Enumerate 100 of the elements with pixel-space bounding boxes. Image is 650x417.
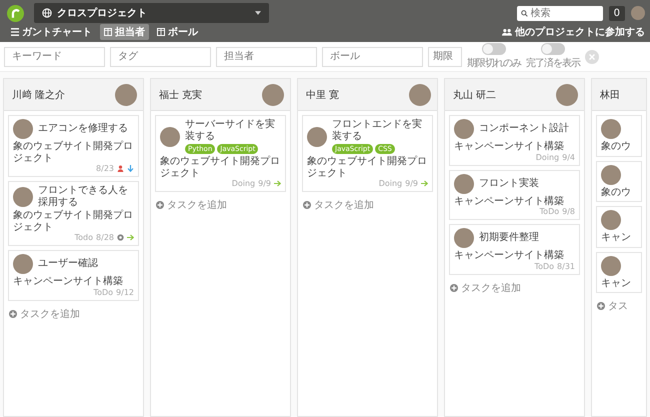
gear-icon xyxy=(117,234,124,241)
task-card[interactable]: エアコンを修理する 象のウェブサイト開発プロジェクト 8/23 xyxy=(8,115,139,177)
person-icon xyxy=(117,165,124,172)
add-task-link[interactable]: タスクを追加 xyxy=(302,196,433,214)
project-name: キャン xyxy=(601,278,631,289)
project-name: キャン xyxy=(601,232,631,244)
menu-icon xyxy=(11,28,19,36)
toggle-switch[interactable] xyxy=(541,43,565,55)
due-date: 9/9 xyxy=(405,179,418,188)
due-date: 8/28 xyxy=(96,233,114,242)
task-title: ユーザー確認 xyxy=(38,258,98,270)
add-task-link[interactable]: タスクを追加 xyxy=(8,304,139,322)
task-avatar xyxy=(454,174,474,194)
task-avatar xyxy=(601,164,621,184)
task-status: Todo xyxy=(74,233,94,242)
task-title: サーバーサイドを実装する xyxy=(185,119,276,142)
project-name: キャンペーンサイト構築 xyxy=(454,196,564,207)
assignee-name: 丸山 研二 xyxy=(453,88,496,102)
task-status: Doing xyxy=(232,179,256,188)
due-date: 9/4 xyxy=(562,152,575,162)
task-status: Doing xyxy=(536,152,560,162)
right-arrow-icon xyxy=(421,180,428,187)
filter-field[interactable]: ボール xyxy=(322,46,423,66)
user-avatar[interactable] xyxy=(631,6,645,20)
task-card[interactable]: フロントできる人を採用する 象のウェブサイト開発プロジェクト Todo 8/28 xyxy=(8,181,139,246)
project-name: キャンペーンサイト構築 xyxy=(454,250,564,262)
task-title: フロントエンドを実装する xyxy=(332,119,423,142)
search-field[interactable]: 検索 xyxy=(516,6,603,20)
task-card[interactable]: キャン xyxy=(596,252,642,293)
toggle-label: 完了済を表示 xyxy=(526,56,580,70)
board-icon xyxy=(104,28,112,36)
project-name: 象のウェブサイト開発プロジェクト xyxy=(13,210,134,233)
people-icon xyxy=(502,28,512,36)
task-status: ToDo xyxy=(540,207,560,216)
toggle-label: 期限切れのみ xyxy=(467,56,521,70)
task-title: 初期要件整理 xyxy=(479,232,539,244)
assignee-name: 中里 寛 xyxy=(306,88,340,102)
assignee-avatar xyxy=(556,84,578,106)
date-field[interactable]: 期限 xyxy=(428,46,462,66)
task-avatar xyxy=(13,186,33,206)
task-avatar xyxy=(454,228,474,248)
task-avatar xyxy=(13,254,33,274)
due-date: 9/9 xyxy=(258,179,271,188)
task-avatar xyxy=(601,256,621,276)
task-card[interactable]: 象のウ xyxy=(596,160,642,202)
add-task-link[interactable]: タスクを追加 xyxy=(449,278,580,296)
task-avatar xyxy=(601,210,621,230)
toggle-switch[interactable] xyxy=(482,43,506,55)
task-card[interactable]: 象のウ xyxy=(596,115,642,156)
project-name: クロスプロジェクト xyxy=(57,6,148,20)
plus-icon xyxy=(156,201,164,209)
down-arrow-icon xyxy=(127,165,134,172)
task-avatar xyxy=(13,119,33,139)
assignee-name: 林田 xyxy=(600,88,620,102)
right-arrow-icon xyxy=(274,180,281,187)
view-tab[interactable]: ボール xyxy=(153,24,202,40)
task-status: Doing xyxy=(378,179,402,188)
assignee-name: 福士 克実 xyxy=(159,88,202,102)
right-arrow-icon xyxy=(127,234,134,241)
add-task-link[interactable]: タス xyxy=(596,297,642,315)
task-card[interactable]: キャン xyxy=(596,206,642,248)
task-status: ToDo xyxy=(534,262,554,270)
plus-icon xyxy=(450,284,458,292)
assignee-avatar xyxy=(115,84,137,106)
project-name: 象のウェブサイト開発プロジェクト xyxy=(13,141,134,164)
board-icon xyxy=(157,28,165,36)
task-card[interactable]: 初期要件整理 キャンペーンサイト構築 ToDo 8/31 xyxy=(449,224,580,274)
globe-icon xyxy=(42,8,52,18)
assignee-name: 川﨑 隆之介 xyxy=(12,88,66,102)
filter-field[interactable]: キーワード xyxy=(4,46,105,66)
add-task-link[interactable]: タスクを追加 xyxy=(155,196,286,214)
search-icon xyxy=(520,10,528,16)
filter-field[interactable]: タグ xyxy=(110,46,211,66)
filter-field[interactable]: 担当者 xyxy=(216,46,317,66)
assignee-avatar xyxy=(409,84,431,106)
project-selector[interactable]: クロスプロジェクト xyxy=(34,3,269,23)
view-tab[interactable]: ガントチャート xyxy=(7,24,96,40)
project-name: 象のウェブサイト開発プロジェクト xyxy=(160,156,281,179)
task-avatar xyxy=(454,119,474,139)
task-title: フロント実装 xyxy=(479,178,539,190)
due-date: 9/8 xyxy=(562,207,575,216)
notification-count[interactable]: 0 xyxy=(608,6,625,20)
join-project-link[interactable]: 他のプロジェクトに参加する xyxy=(502,25,645,39)
due-date: 9/12 xyxy=(116,288,134,296)
task-title: フロントできる人を採用する xyxy=(38,185,129,208)
task-status: ToDo xyxy=(94,288,114,296)
project-name: 象のウ xyxy=(601,141,631,152)
due-date: 8/31 xyxy=(557,262,575,270)
task-card[interactable]: コンポーネント設計 キャンペーンサイト構築 Doing 9/4 xyxy=(449,115,580,166)
task-card[interactable]: フロント実装 キャンペーンサイト構築 ToDo 9/8 xyxy=(449,170,580,220)
close-icon[interactable] xyxy=(585,50,599,64)
project-name: 象のウ xyxy=(601,186,631,198)
plus-icon xyxy=(9,310,17,318)
project-name: キャンペーンサイト構築 xyxy=(13,276,123,288)
caret-icon xyxy=(255,11,261,15)
task-title: エアコンを修理する xyxy=(38,123,128,135)
assignee-avatar xyxy=(262,84,284,106)
task-avatar xyxy=(307,126,327,146)
task-card[interactable]: ユーザー確認 キャンペーンサイト構築 ToDo 9/12 xyxy=(8,250,139,300)
project-name: 象のウェブサイト開発プロジェクト xyxy=(307,156,428,179)
